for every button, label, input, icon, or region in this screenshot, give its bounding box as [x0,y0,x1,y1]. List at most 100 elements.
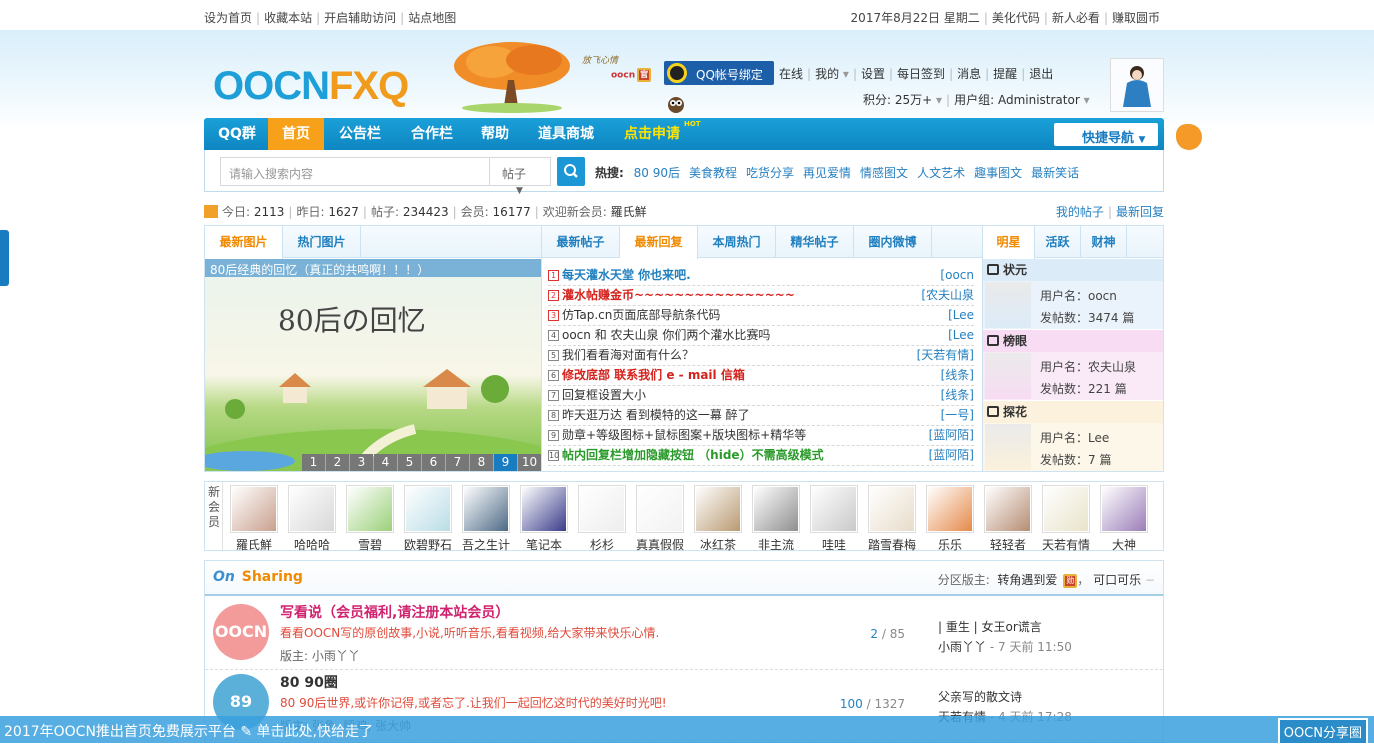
member-name[interactable]: 乐乐 [923,536,977,553]
newest-member-link[interactable]: 羅氏鮮 [611,205,647,219]
member-avatar[interactable] [462,485,510,533]
qq-bind-button[interactable]: QQ帐号绑定 [664,61,774,85]
points-menu[interactable]: 积分: 25万+ ▾ [863,93,942,107]
post-title[interactable]: 每天灌水天堂 你也来吧. [562,268,691,282]
post-row[interactable]: 1 每天灌水天堂 你也来吧. [oocn [548,266,974,286]
nav-announcements[interactable]: 公告栏 [328,118,392,150]
member-avatar[interactable] [1042,485,1090,533]
hot-word[interactable]: 80 90后 [634,166,680,180]
logout-link[interactable]: 退出 [1029,67,1053,81]
member-avatar[interactable] [578,485,626,533]
quick-nav-button[interactable]: 快捷导航 ▼ [1054,123,1158,146]
slider-page[interactable]: 7 [446,454,469,471]
new-member[interactable]: 轻轻者 [981,485,1035,553]
post-row[interactable]: 4 oocn 和 农夫山泉 你们两个灌水比赛吗 [Lee [548,326,974,346]
slider-page[interactable]: 3 [350,454,373,471]
post-title[interactable]: oocn 和 农夫山泉 你们两个灌水比赛吗 [562,328,770,342]
member-name[interactable]: 杉杉 [575,536,629,553]
tab-latest-photos[interactable]: 最新图片 [205,226,283,259]
newbie-link[interactable]: 新人必看 [1052,11,1100,25]
post-author[interactable]: [蓝阿陌] [929,446,974,465]
new-member[interactable]: 欧碧野石 [401,485,455,553]
member-avatar[interactable] [810,485,858,533]
post-author[interactable]: [线条] [941,366,974,385]
new-member[interactable]: 哇哇 [807,485,861,553]
last-post-title[interactable]: | 重生 | 女王or谎言 [938,620,1042,634]
star-username[interactable]: 用户名：oocn [1040,287,1117,304]
post-title[interactable]: 仿Tap.cn页面底部导航条代码 [562,308,720,322]
slider-page[interactable]: 8 [470,454,493,471]
star-username[interactable]: 用户名：Lee [1040,429,1109,446]
post-row[interactable]: 5 我们看看海对面有什么？ [天若有情] [548,346,974,366]
post-title[interactable]: 灌水帖赚金币~~~~~~~~~~~~~~~~ [562,288,795,302]
new-member[interactable]: 真真假假 [633,485,687,553]
bottom-promo-bar[interactable]: 2017年OOCN推出首页免费展示平台 ✎ 单击此处,快给走了 OOCN分享圈 [0,716,1374,745]
set-homepage-link[interactable]: 设为首页 [204,11,252,25]
online-link[interactable]: 在线 [779,67,803,81]
hot-word[interactable]: 趣事图文 [974,166,1022,180]
post-author[interactable]: [线条] [941,386,974,405]
member-avatar[interactable] [926,485,974,533]
tab-featured[interactable]: 精华帖子 [776,226,854,258]
last-post-title[interactable]: 父亲写的散文诗 [938,690,1022,704]
moderator-link[interactable]: 可口可乐 [1093,573,1141,587]
tab-weibo[interactable]: 圈内微博 [854,226,932,258]
hot-word[interactable]: 吃货分享 [746,166,794,180]
tab-hot-photos[interactable]: 热门图片 [283,226,361,258]
messages-link[interactable]: 消息 [957,67,981,81]
slider-page[interactable]: 4 [374,454,397,471]
sharing-circle-button[interactable]: OOCN分享圈 [1277,718,1368,745]
member-name[interactable]: 轻轻者 [981,536,1035,553]
member-name[interactable]: 踏雪春梅 [865,536,919,553]
star-avatar[interactable] [985,353,1031,399]
tab-weekly-hot[interactable]: 本周热门 [698,226,776,258]
search-type-select[interactable]: 帖子 ▼ [489,157,551,196]
post-author[interactable]: [Lee [948,326,974,345]
post-author[interactable]: [一号] [941,406,974,425]
tab-wealth[interactable]: 财神 [1081,226,1127,258]
bookmark-link[interactable]: 收藏本站 [264,11,312,25]
post-author[interactable]: [农夫山泉 [921,286,974,305]
tab-latest-replies[interactable]: 最新回复 [620,226,698,259]
forum-title[interactable]: 80 90圈 [280,672,338,692]
member-name[interactable]: 非主流 [749,536,803,553]
nav-home[interactable]: 首页 [268,118,324,150]
slider-page[interactable]: 10 [518,454,541,471]
sharing-title[interactable]: On Sharing [213,569,303,585]
post-row[interactable]: 10 帖内回复栏增加隐藏按钮 （hide）不需高级模式 [蓝阿陌] [548,446,974,466]
post-title[interactable]: 回复框设置大小 [562,388,646,402]
new-member[interactable]: 哈哈哈 [285,485,339,553]
new-member[interactable]: 吾之生计 [459,485,513,553]
member-name[interactable]: 天若有情 [1039,536,1093,553]
member-name[interactable]: 哈哈哈 [285,536,339,553]
post-author[interactable]: [蓝阿陌] [929,426,974,445]
forum-icon[interactable]: OOCN [213,604,269,660]
daily-checkin-link[interactable]: 每日签到 [897,67,945,81]
usergroup-menu[interactable]: 用户组: Administrator ▾ [954,93,1090,107]
new-member[interactable]: 大神 [1097,485,1151,553]
star-username[interactable]: 用户名：农夫山泉 [1040,358,1136,375]
slider-page[interactable]: 2 [326,454,349,471]
member-name[interactable]: 欧碧野石 [401,536,455,553]
slider-page[interactable]: 6 [422,454,445,471]
member-avatar[interactable] [520,485,568,533]
member-avatar[interactable] [694,485,742,533]
beautify-code-link[interactable]: 美化代码 [992,11,1040,25]
post-author[interactable]: [天若有情] [917,346,974,365]
nav-qq-group[interactable]: QQ群 [210,118,264,150]
new-member[interactable]: 乐乐 [923,485,977,553]
post-author[interactable]: [oocn [940,266,974,285]
new-member[interactable]: 冰红茶 [691,485,745,553]
member-name[interactable]: 吾之生计 [459,536,513,553]
hot-word[interactable]: 情感图文 [860,166,908,180]
member-name[interactable]: 真真假假 [633,536,687,553]
new-member[interactable]: 非主流 [749,485,803,553]
collapse-icon[interactable]: − [1145,573,1155,587]
nav-help[interactable]: 帮助 [472,118,518,150]
member-avatar[interactable] [346,485,394,533]
moderator-link[interactable]: 转角遇到爱 [997,573,1057,587]
nav-apply[interactable]: 点击申请 [614,118,690,150]
member-avatar[interactable] [288,485,336,533]
settings-link[interactable]: 设置 [861,67,885,81]
member-name[interactable]: 笔记本 [517,536,571,553]
